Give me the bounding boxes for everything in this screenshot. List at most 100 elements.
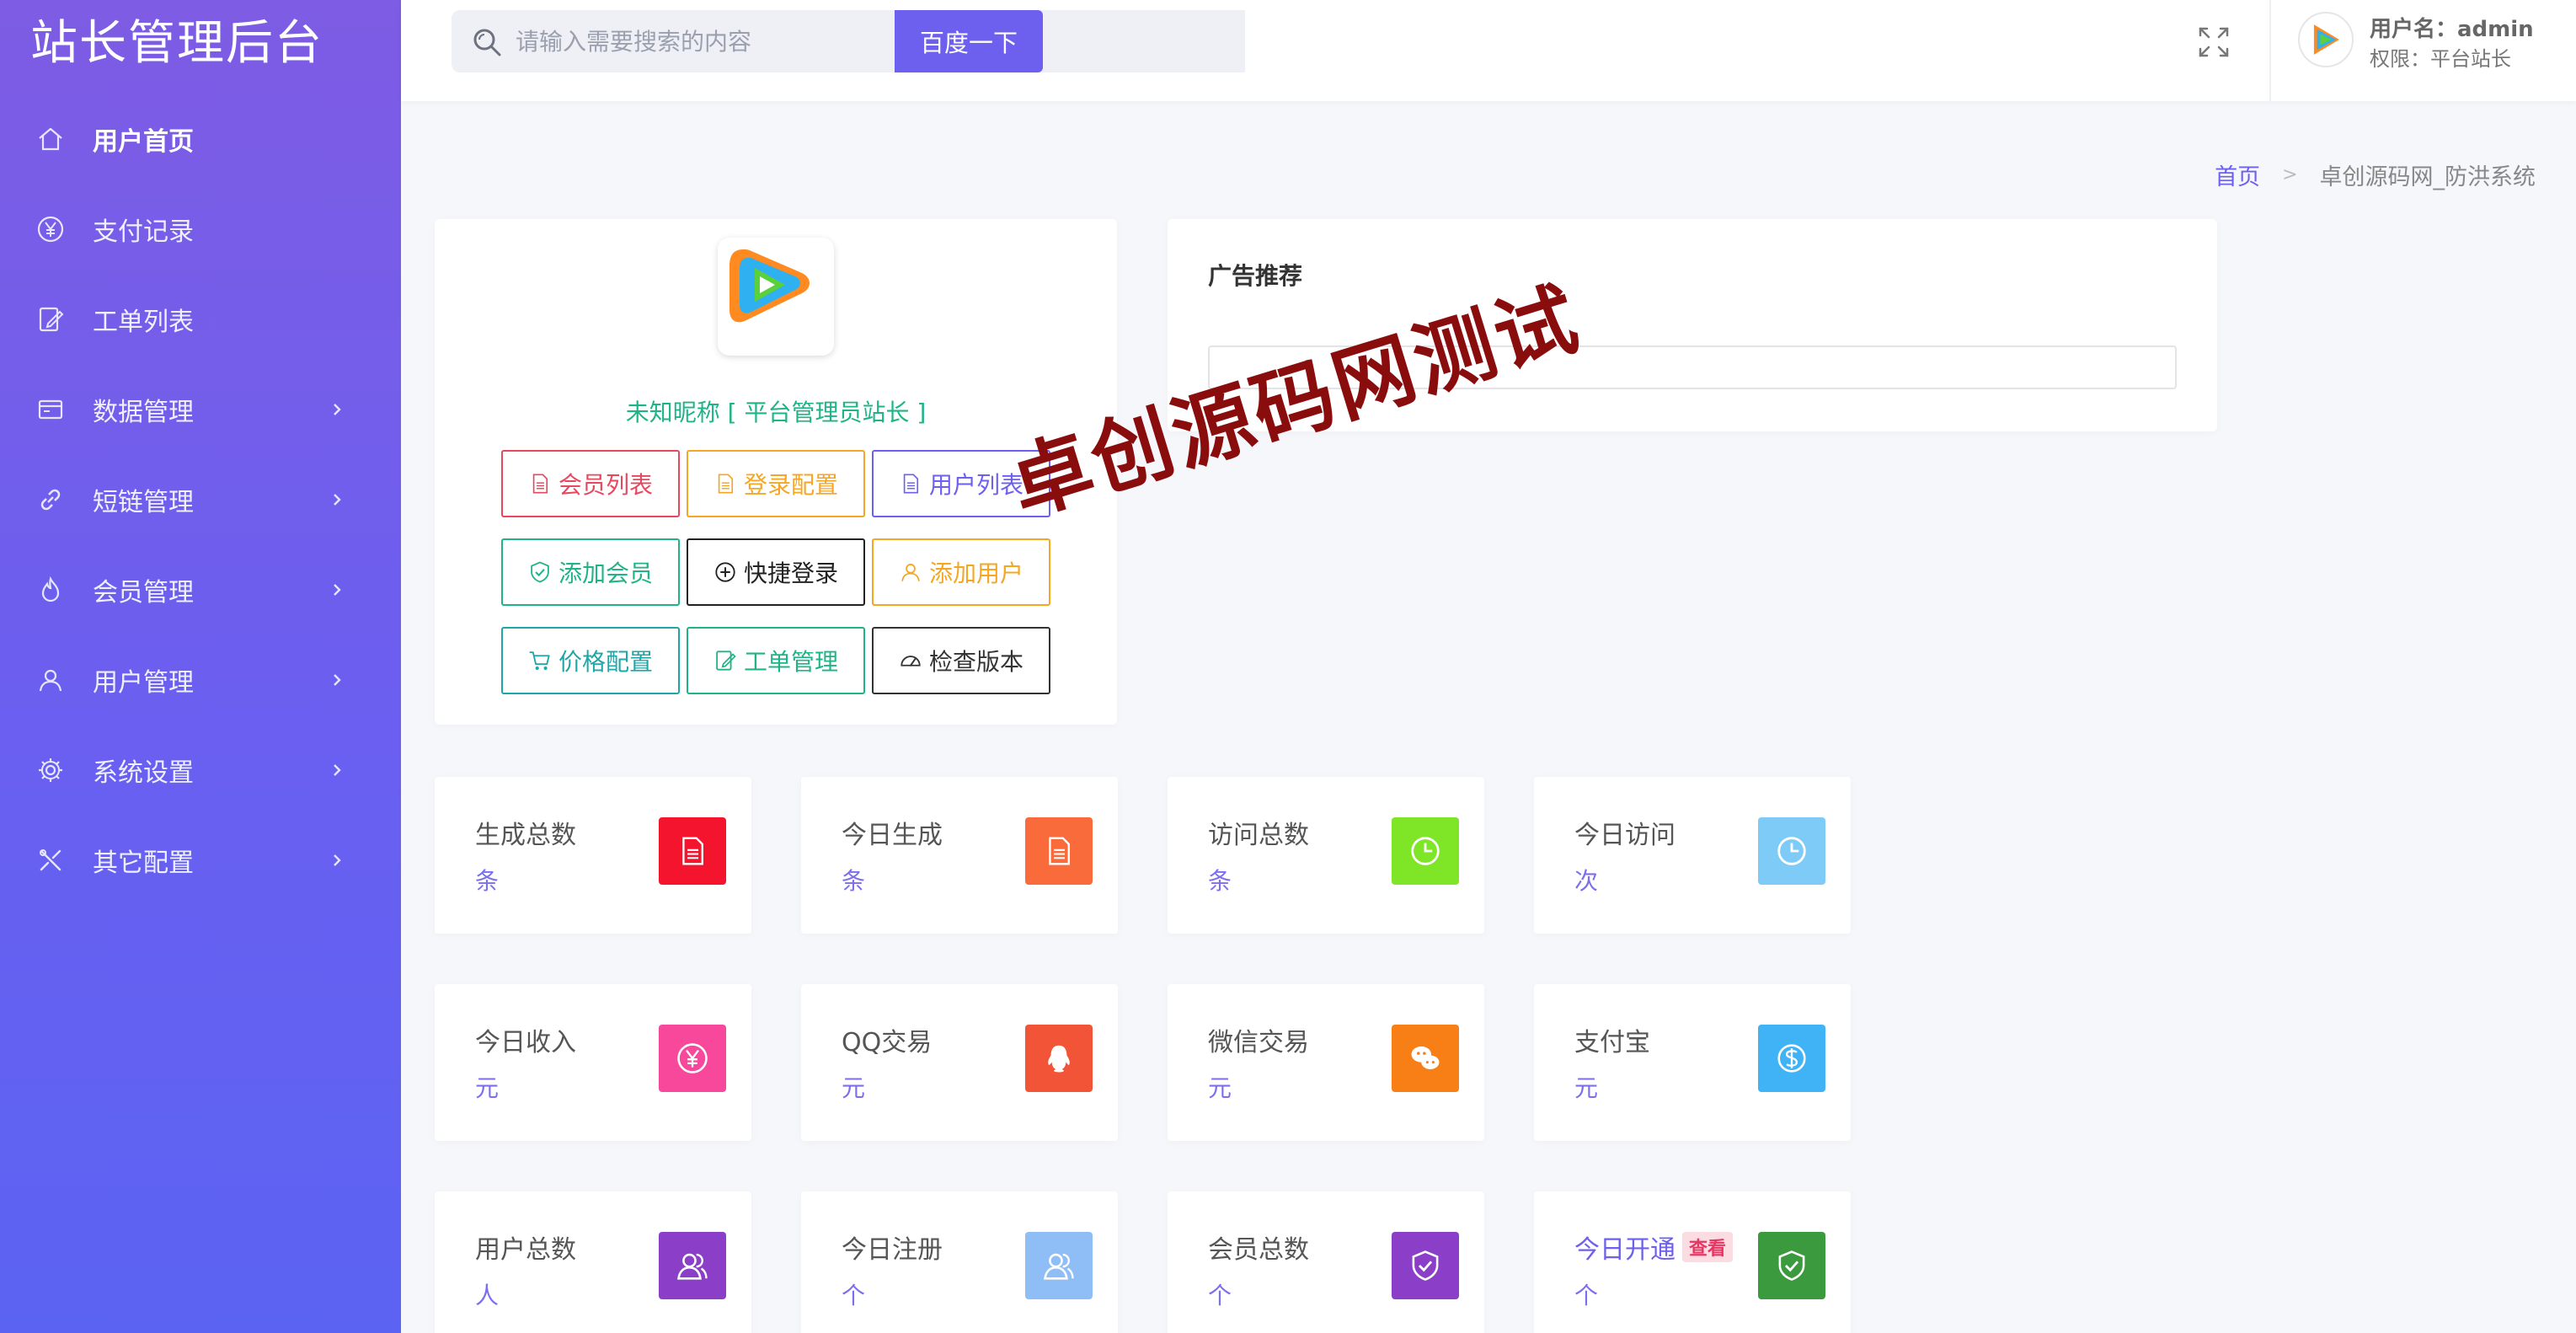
sidebar-item-label: 系统设置	[93, 758, 194, 788]
stat-title-text: 今日访问	[1574, 821, 1675, 850]
search-button[interactable]: 百度一下	[895, 10, 1043, 72]
chevron-right-icon	[329, 762, 345, 779]
stat-title: 今日生成	[842, 814, 943, 851]
yen-circle-icon	[659, 1025, 726, 1092]
chevron-right-icon	[329, 401, 345, 418]
quick-button-3[interactable]: 添加会员	[501, 538, 680, 606]
breadcrumb-home[interactable]: 首页	[2215, 158, 2260, 191]
fullscreen-icon[interactable]	[2197, 25, 2231, 59]
user-name: 用户名：admin	[2370, 17, 2534, 42]
sidebar-item-label: 会员管理	[93, 578, 194, 608]
header-divider	[2269, 0, 2271, 101]
stat-title-text: 生成总数	[475, 821, 576, 850]
quick-button-5[interactable]: 添加用户	[872, 538, 1050, 606]
sidebar-item-8[interactable]: 其它配置	[0, 818, 401, 902]
quick-button-label: 用户列表	[928, 471, 1023, 499]
quick-button-label: 登录配置	[743, 471, 838, 499]
sidebar-item-5[interactable]: 会员管理	[0, 548, 401, 632]
sidebar-item-label: 数据管理	[93, 398, 194, 427]
users-icon	[659, 1232, 726, 1299]
search-input[interactable]	[516, 10, 903, 72]
shield-check-icon	[1392, 1232, 1459, 1299]
quick-button-6[interactable]: 价格配置	[501, 627, 680, 694]
stat-unit: 条	[475, 867, 500, 895]
stat-title: 今日注册	[842, 1229, 943, 1266]
chevron-right-icon	[329, 672, 345, 688]
user-icon	[899, 560, 929, 584]
wechat-icon	[1392, 1025, 1459, 1092]
stat-title-text: 今日开通	[1574, 1235, 1675, 1265]
stat-card-5: QQ交易 元	[801, 984, 1118, 1141]
top-header: 百度一下 用户名：admin 权限：平台站长	[401, 0, 2576, 101]
doc-icon	[899, 472, 929, 495]
quick-button-label: 添加会员	[558, 559, 653, 587]
quick-button-1[interactable]: 登录配置	[687, 450, 865, 517]
clock-icon	[1758, 817, 1825, 885]
stat-card-2: 访问总数 条	[1168, 777, 1484, 934]
plus-circle-icon	[713, 560, 744, 584]
sidebar-item-7[interactable]: 系统设置	[0, 728, 401, 812]
stat-unit: 个	[1208, 1282, 1232, 1309]
quick-button-0[interactable]: 会员列表	[501, 450, 680, 517]
doc-icon	[1025, 817, 1093, 885]
stat-title: 今日开通 查看	[1574, 1229, 1734, 1266]
brand-title: 站长管理后台	[30, 16, 323, 71]
chevron-right-icon	[329, 852, 345, 869]
link-icon	[34, 483, 67, 517]
sidebar-item-3[interactable]: 数据管理	[0, 367, 401, 452]
sidebar-item-2[interactable]: 工单列表	[0, 277, 401, 361]
view-badge[interactable]: 查看	[1682, 1232, 1734, 1262]
quick-button-2[interactable]: 用户列表	[872, 450, 1050, 517]
quick-button-label: 工单管理	[743, 648, 838, 676]
profile-nickname: 未知昵称 [ 平台管理员站长 ]	[625, 399, 927, 426]
tools-icon	[34, 843, 67, 877]
stat-title-text: 今日生成	[842, 821, 943, 850]
stat-card-10: 会员总数 个	[1168, 1191, 1484, 1333]
search-bar: 百度一下	[452, 10, 1245, 72]
sidebar-item-1[interactable]: 支付记录	[0, 187, 401, 271]
quick-button-8[interactable]: 检查版本	[872, 627, 1050, 694]
quick-button-label: 会员列表	[558, 471, 653, 499]
ad-title: 广告推荐	[1208, 262, 1303, 290]
sidebar-item-label: 短链管理	[93, 488, 194, 517]
clock-icon	[1392, 817, 1459, 885]
gear-icon	[34, 753, 67, 787]
breadcrumb: 首页 > 卓创源码网_防洪系统	[2215, 158, 2536, 191]
quick-button-label: 检查版本	[928, 648, 1023, 676]
stat-title: 支付宝	[1574, 1021, 1650, 1058]
stat-title-text: 用户总数	[475, 1235, 576, 1265]
stat-title: 今日访问	[1574, 814, 1675, 851]
stat-title: QQ交易	[842, 1021, 932, 1058]
quick-button-4[interactable]: 快捷登录	[687, 538, 865, 606]
sidebar-item-0[interactable]: 用户首页	[0, 97, 401, 181]
yen-circle-icon	[34, 212, 67, 246]
stat-unit: 人	[475, 1282, 500, 1309]
stat-unit: 元	[1574, 1074, 1599, 1102]
sidebar-item-4[interactable]: 短链管理	[0, 458, 401, 542]
stat-card-11: 今日开通 查看 个	[1534, 1191, 1851, 1333]
profile-card: 未知昵称 [ 平台管理员站长 ] 会员列表 登录配置 用户列表添加会员 快捷登录 添加用…	[435, 219, 1117, 725]
stat-title: 访问总数	[1208, 814, 1309, 851]
stat-title-text: 今日注册	[842, 1235, 943, 1265]
quick-button-7[interactable]: 工单管理	[687, 627, 865, 694]
stat-title-text: 会员总数	[1208, 1235, 1309, 1265]
dollar-circle-icon	[1758, 1025, 1825, 1092]
sidebar-item-label: 用户管理	[93, 668, 194, 698]
quick-button-label: 添加用户	[928, 559, 1023, 587]
avatar[interactable]	[2298, 12, 2354, 67]
stat-unit: 元	[842, 1074, 866, 1102]
stat-title: 用户总数	[475, 1229, 576, 1266]
gauge-icon	[899, 649, 929, 672]
stat-card-9: 今日注册 个	[801, 1191, 1118, 1333]
qq-icon	[1025, 1025, 1093, 1092]
stat-unit: 个	[1574, 1282, 1599, 1309]
stat-card-8: 用户总数 人	[435, 1191, 751, 1333]
sidebar-item-label: 支付记录	[93, 217, 194, 247]
cart-icon	[528, 649, 558, 672]
sidebar-item-6[interactable]: 用户管理	[0, 638, 401, 722]
stat-card-7: 支付宝 元	[1534, 984, 1851, 1141]
search-icon	[470, 25, 504, 59]
stat-card-1: 今日生成 条	[801, 777, 1118, 934]
stat-title-text: QQ交易	[842, 1028, 933, 1057]
quick-button-label: 快捷登录	[743, 559, 838, 587]
